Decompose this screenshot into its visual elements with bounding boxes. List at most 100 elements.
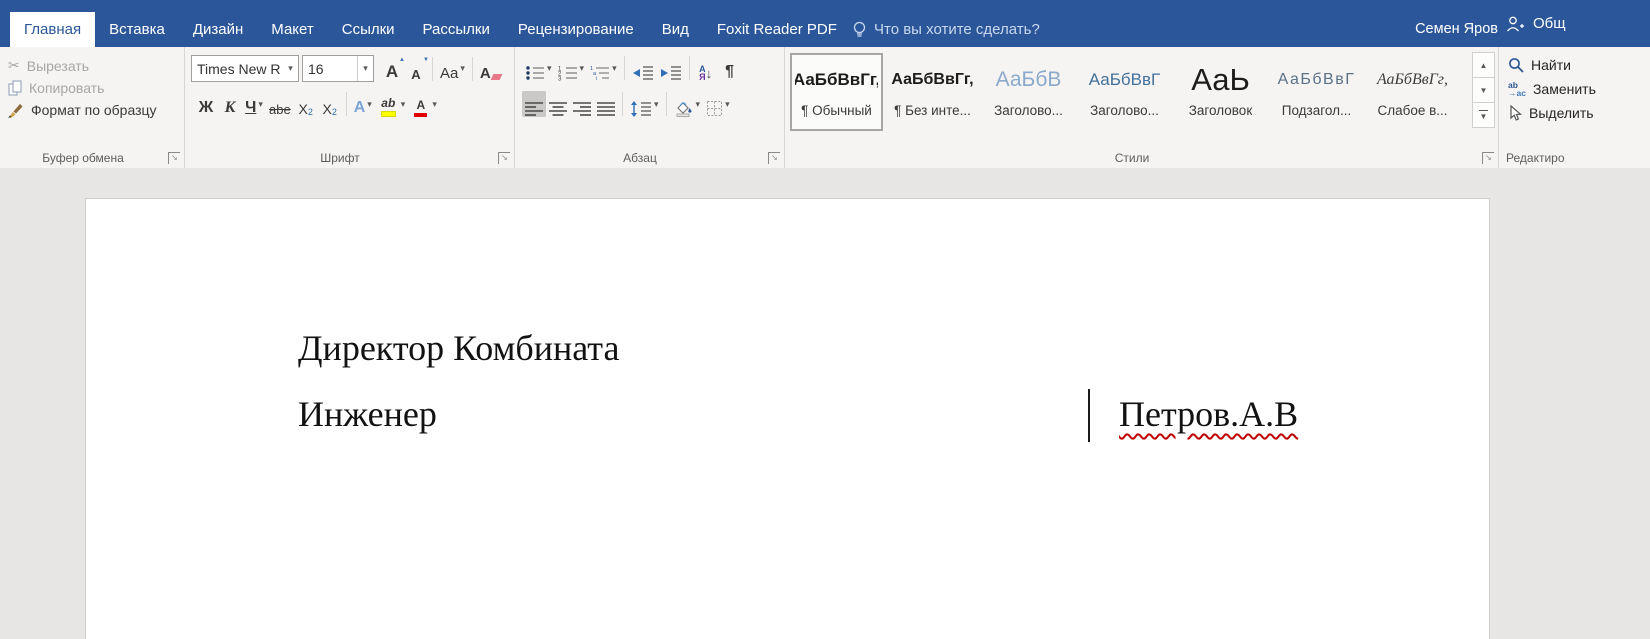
strikethrough-button[interactable]: abe <box>266 91 294 117</box>
document-area: Директор Комбината Инженер Петров.А.В <box>0 168 1650 639</box>
decrease-indent-button[interactable] <box>629 55 657 81</box>
clear-formatting-button[interactable]: А <box>477 56 504 82</box>
account-user-name[interactable]: Семен Яров <box>1415 12 1498 47</box>
justify-button[interactable] <box>594 91 618 117</box>
lightbulb-icon <box>852 21 867 39</box>
tab-review[interactable]: Рецензирование <box>504 12 648 47</box>
shading-dropdown-icon: ▾ <box>696 99 701 110</box>
highlight-button[interactable]: ab ▾ <box>375 91 409 117</box>
text-effects-button[interactable]: А ▾ <box>351 91 375 117</box>
grow-font-button[interactable]: А ▲ <box>380 56 404 82</box>
change-case-button[interactable]: Aa ▾ <box>437 56 468 82</box>
font-size-combo[interactable]: 16 ▾ <box>302 55 374 82</box>
doc-signature-text[interactable]: Петров.А.В <box>1119 393 1298 435</box>
search-icon <box>1508 57 1524 73</box>
font-dialog-launcher[interactable]: ↘ <box>498 152 510 164</box>
clipboard-dialog-launcher[interactable]: ↘ <box>168 152 180 164</box>
subscript-button[interactable]: X2 <box>294 91 318 117</box>
tab-insert[interactable]: Вставка <box>95 12 179 47</box>
tell-me-box[interactable]: Что вы хотите сделать? <box>852 12 1040 47</box>
tab-mailings[interactable]: Рассылки <box>409 12 504 47</box>
font-color-button[interactable]: А ▾ <box>408 91 440 117</box>
strikethrough-glyph: abe <box>269 102 291 117</box>
group-clipboard: ✂ Вырезать Копировать Формат по образцу … <box>0 47 185 168</box>
styles-gallery-scrollbar: ▲ ▼ ▼ <box>1472 53 1495 128</box>
align-right-button[interactable] <box>570 91 594 117</box>
style-heading2[interactable]: АаБбВвГ Заголово... <box>1078 53 1171 131</box>
copy-button[interactable]: Копировать <box>2 77 163 99</box>
tab-foxit-pdf[interactable]: Foxit Reader PDF <box>703 12 851 47</box>
format-painter-button[interactable]: Формат по образцу <box>2 99 163 121</box>
shrink-font-button[interactable]: А ▼ <box>404 56 428 82</box>
tab-home[interactable]: Главная <box>10 12 95 47</box>
select-button[interactable]: Выделить <box>1502 101 1602 125</box>
bullets-icon <box>525 65 545 81</box>
replace-label: Заменить <box>1533 81 1596 97</box>
doc-text-line-1[interactable]: Директор Комбината <box>298 327 619 369</box>
superscript-button[interactable]: X2 <box>318 91 342 117</box>
highlight-icon: ab <box>378 91 399 117</box>
subscript-glyph: X <box>299 101 308 117</box>
increase-indent-button[interactable] <box>657 55 685 81</box>
tab-layout[interactable]: Макет <box>257 12 327 47</box>
style-subtitle[interactable]: АаБбВвГ Подзагол... <box>1270 53 1363 131</box>
bold-button[interactable]: Ж <box>194 91 218 117</box>
more-bar <box>1479 110 1488 111</box>
italic-glyph: К <box>225 99 236 117</box>
bullets-button[interactable]: ▾ <box>522 55 555 81</box>
multilevel-list-button[interactable]: 1ai ▾ <box>587 55 620 81</box>
align-center-button[interactable] <box>546 91 570 117</box>
group-styles: АаБбВвГг, ¶ Обычный АаБбВвГг, ¶ Без инте… <box>784 47 1499 168</box>
group-paragraph: ▾ 123 ▾ 1ai ▾ <box>514 47 785 168</box>
style-no-spacing[interactable]: АаБбВвГг, ¶ Без инте... <box>886 53 979 131</box>
copy-icon <box>8 80 22 96</box>
highlight-glyph: ab <box>381 97 395 110</box>
line-spacing-icon <box>630 101 652 117</box>
find-button[interactable]: Найти <box>1502 53 1602 77</box>
align-left-button[interactable] <box>522 91 546 117</box>
style-label: Слабое в... <box>1371 103 1454 118</box>
change-case-dropdown-icon: ▾ <box>460 63 465 74</box>
editing-group-label: Редактиро <box>1506 151 1632 165</box>
style-heading1[interactable]: АаБбВ Заголово... <box>982 53 1075 131</box>
styles-gallery-more-button[interactable]: ▼ <box>1472 102 1495 128</box>
style-preview: АаБбВ <box>987 59 1070 101</box>
replace-button[interactable]: ab →ac Заменить <box>1502 77 1602 101</box>
paragraph-dialog-launcher[interactable]: ↘ <box>768 152 780 164</box>
styles-dialog-launcher[interactable]: ↘ <box>1482 152 1494 164</box>
tab-design[interactable]: Дизайн <box>179 12 257 47</box>
borders-dropdown-icon: ▾ <box>725 99 730 110</box>
tab-references[interactable]: Ссылки <box>328 12 409 47</box>
font-group-label: Шрифт <box>184 151 496 165</box>
styles-scroll-up-button[interactable]: ▲ <box>1472 52 1495 78</box>
style-preview: АаБбВвГг, <box>891 59 974 101</box>
font-size-dropdown-icon: ▾ <box>357 56 373 81</box>
text-cursor <box>1088 389 1090 442</box>
numbering-button[interactable]: 123 ▾ <box>555 55 588 81</box>
font-family-combo[interactable]: Times New R ▾ <box>191 55 299 82</box>
style-normal[interactable]: АаБбВвГг, ¶ Обычный <box>790 53 883 131</box>
shading-button[interactable]: ▾ <box>671 91 704 117</box>
share-button[interactable]: Общ <box>1489 0 1650 47</box>
decrease-indent-icon <box>632 65 654 81</box>
underline-button[interactable]: Ч ▾ <box>242 91 266 117</box>
align-center-icon <box>549 101 567 117</box>
share-label: Общ <box>1533 15 1566 32</box>
style-title[interactable]: АаЬ Заголовок <box>1174 53 1267 131</box>
tab-view[interactable]: Вид <box>648 12 703 47</box>
style-subtle-emphasis[interactable]: АаБбВвГг, Слабое в... <box>1366 53 1459 131</box>
tell-me-label: Что вы хотите сделать? <box>874 21 1040 38</box>
ribbon-tab-bar: Главная Вставка Дизайн Макет Ссылки Расс… <box>0 0 1650 47</box>
italic-button[interactable]: К <box>218 91 242 117</box>
line-spacing-button[interactable]: ▾ <box>627 91 662 117</box>
document-page[interactable]: Директор Комбината Инженер Петров.А.В <box>85 198 1490 639</box>
cut-button[interactable]: ✂ Вырезать <box>2 54 163 77</box>
copy-label: Копировать <box>29 80 104 96</box>
show-paragraph-marks-button[interactable]: ¶ <box>718 55 742 81</box>
styles-scroll-down-button[interactable]: ▼ <box>1472 77 1495 103</box>
sort-button[interactable]: А Я ↓ <box>694 55 718 81</box>
borders-button[interactable]: ▾ <box>703 91 733 117</box>
increase-indent-icon <box>660 65 682 81</box>
doc-text-line-2[interactable]: Инженер <box>298 393 437 435</box>
font-family-value: Times New R <box>192 61 283 77</box>
